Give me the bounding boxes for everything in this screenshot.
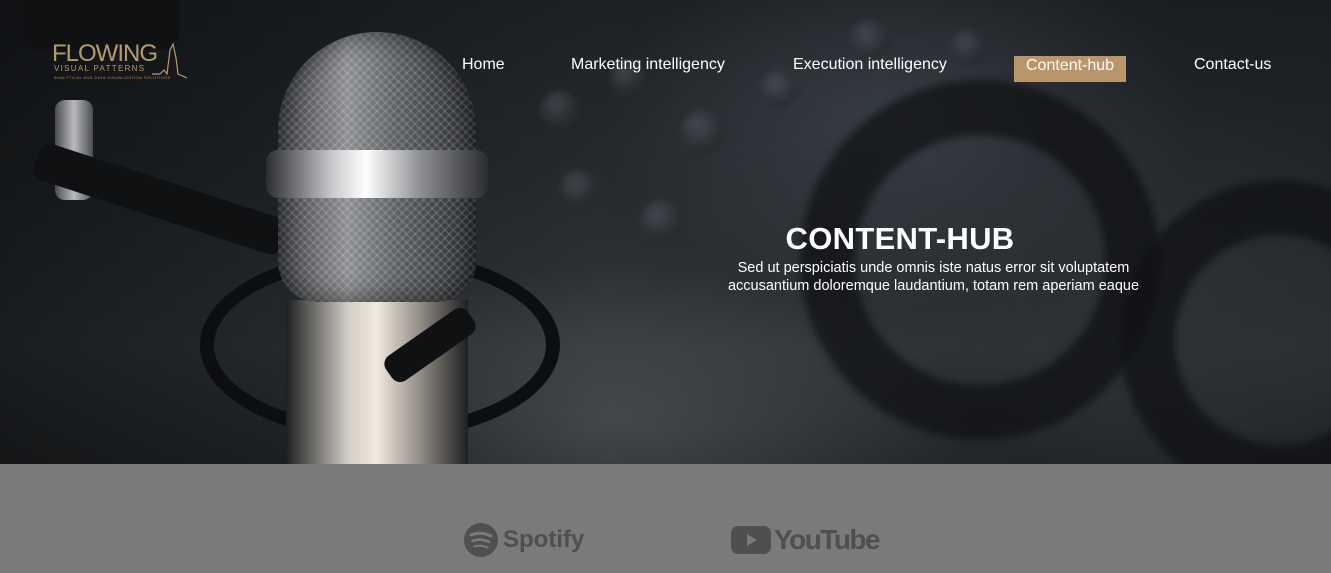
spotify-label: Spotify — [503, 526, 585, 553]
hero-description: Sed ut perspiciatis unde omnis iste natu… — [727, 260, 1140, 294]
mic-ring — [266, 150, 488, 198]
page-title: CONTENT-HUB — [785, 221, 1015, 256]
site-logo[interactable]: FLOWING VISUAL PATTERNS ANALYTICAL AND D… — [52, 40, 187, 86]
logo-subtitle: VISUAL PATTERNS — [54, 64, 146, 73]
nav-execution-intelligency[interactable]: Execution intelligency — [793, 56, 947, 82]
top-navigation: FLOWING VISUAL PATTERNS ANALYTICAL AND D… — [0, 0, 1331, 100]
spotify-logo[interactable]: Spotify — [463, 520, 584, 560]
pulse-wave-icon — [152, 42, 187, 79]
nav-marketing-intelligency[interactable]: Marketing intelligency — [571, 56, 725, 82]
youtube-icon — [731, 526, 771, 554]
partners-strip — [0, 464, 1331, 573]
youtube-label: YouTube — [774, 524, 881, 555]
nav-content-hub[interactable]: Content-hub — [1014, 56, 1127, 82]
spotify-icon — [464, 523, 498, 557]
youtube-logo[interactable]: YouTube — [731, 520, 881, 560]
nav-home[interactable]: Home — [462, 56, 505, 82]
nav-contact-us[interactable]: Contact-us — [1194, 56, 1271, 82]
